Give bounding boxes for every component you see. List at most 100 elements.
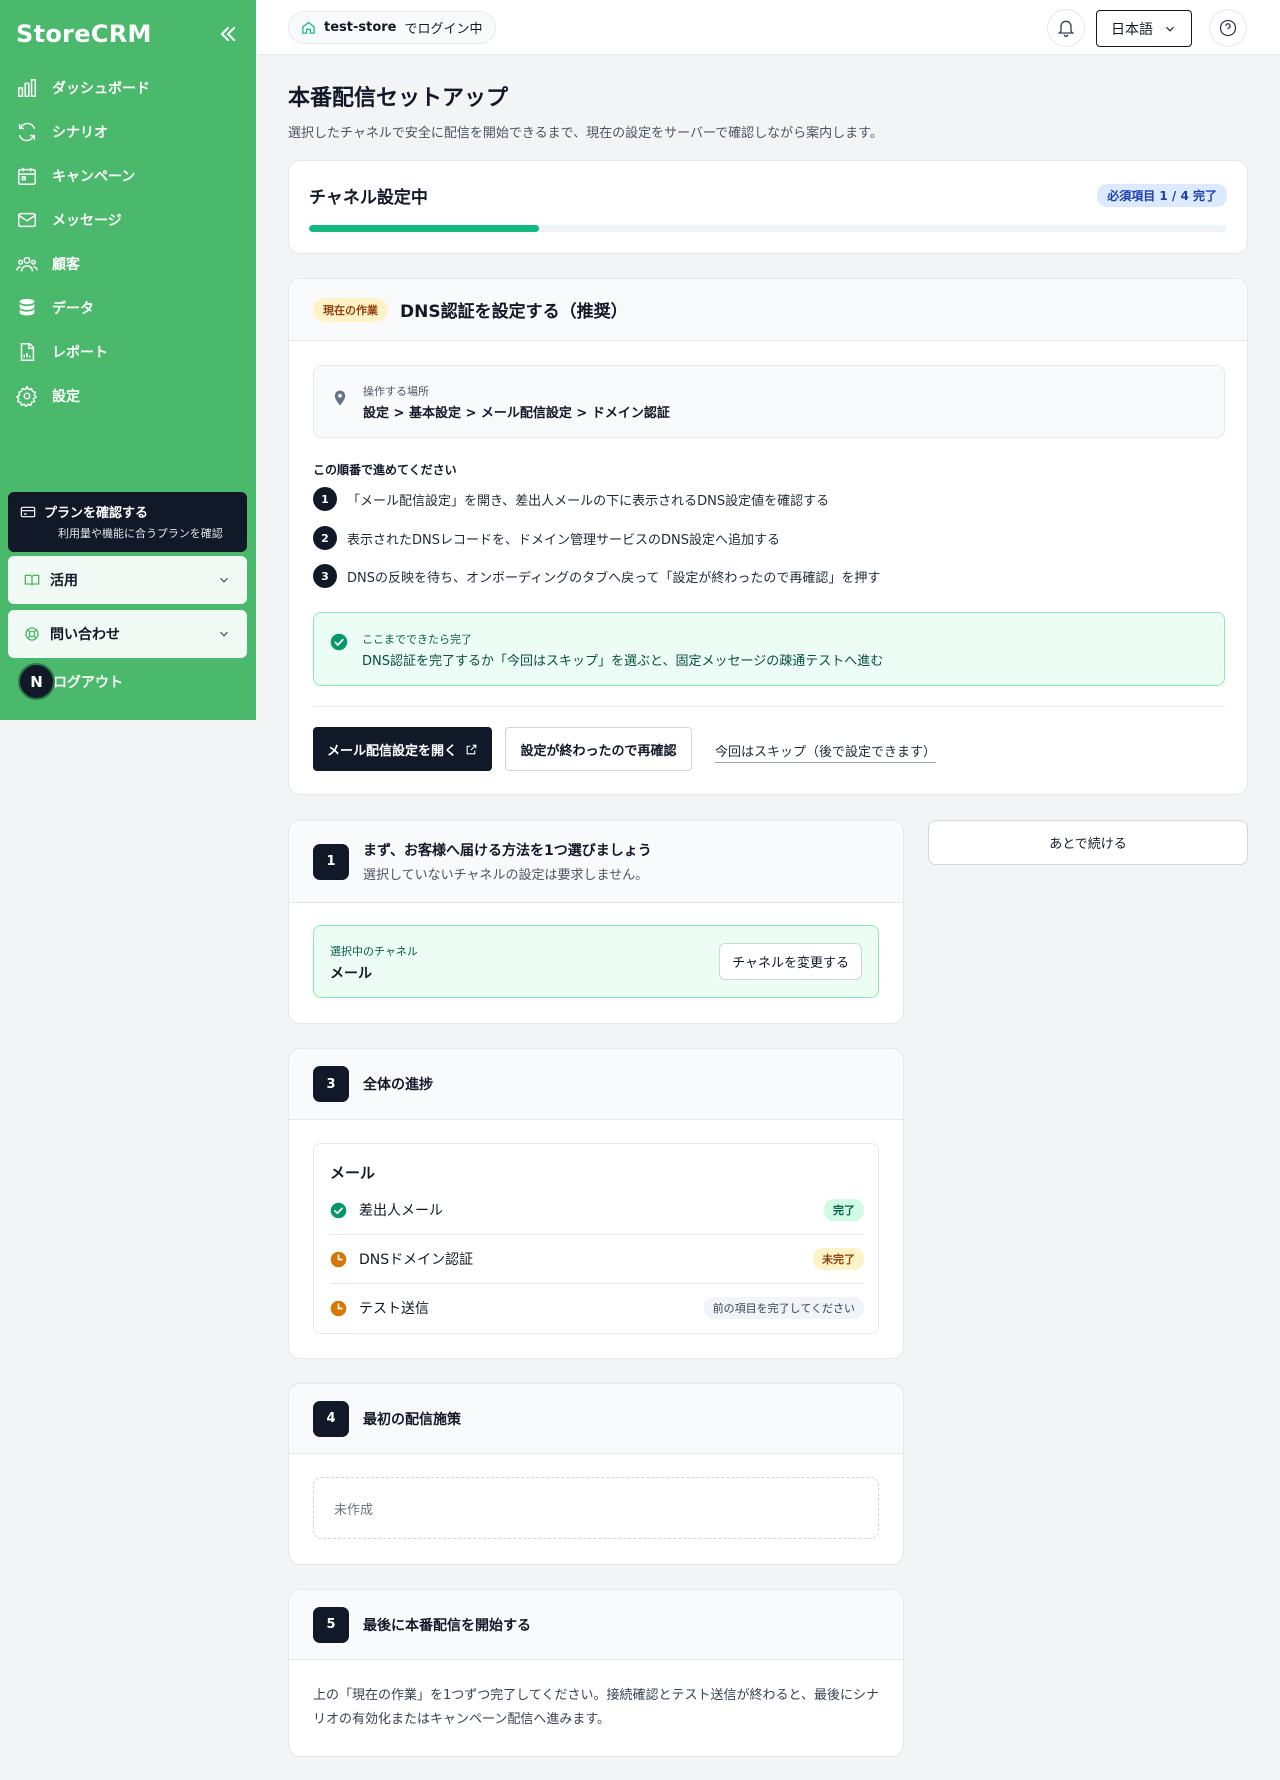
section-header: 5 最後に本番配信を開始する xyxy=(289,1590,903,1660)
bar-chart-icon xyxy=(18,79,36,97)
logout-button[interactable]: N ログアウト xyxy=(18,663,123,700)
bell-icon xyxy=(1057,20,1075,37)
section-overall-progress: 3 全体の進捗 メール 差出人メール 完了 DNSドメイン認証 未完了 テスト送… xyxy=(288,1048,904,1359)
step-number: 2 xyxy=(313,526,337,550)
page-heading: 本番配信セットアップ 選択したチャネルで安全に配信を開始できるまで、現在の設定を… xyxy=(288,80,1248,141)
step-text: 表示されたDNSレコードを、ドメイン管理サービスのDNS設定へ追加する xyxy=(347,532,780,548)
section-number: 3 xyxy=(313,1066,349,1102)
map-pin-icon xyxy=(334,390,346,406)
location-path: 設定 > 基本設定 > メール配信設定 > ドメイン認証 xyxy=(363,406,670,421)
status-label: テスト送信 xyxy=(359,1301,429,1317)
step-item: 1 「メール配信設定」を開き、差出人メールの下に表示されるDNS設定値を確認する xyxy=(313,487,829,511)
open-mail-settings-button[interactable]: メール配信設定を開く xyxy=(313,727,492,771)
plan-title: プランを確認する xyxy=(44,506,149,521)
progress-bar xyxy=(309,225,1227,232)
sidebar-item-label: ダッシュボード xyxy=(52,81,150,97)
accordion-usage[interactable]: 活用 xyxy=(8,556,247,604)
sidebar-item-messages[interactable]: メッセージ xyxy=(0,198,256,242)
help-button[interactable] xyxy=(1209,9,1247,47)
sidebar-item-label: キャンペーン xyxy=(52,169,136,185)
progress-bar-fill xyxy=(309,225,539,232)
check-circle-icon xyxy=(330,1202,347,1218)
skip-link[interactable]: 今回はスキップ（後で設定できます） xyxy=(715,741,937,763)
language-select[interactable]: 日本語 xyxy=(1096,10,1192,47)
page-title: 本番配信セットアップ xyxy=(288,86,509,111)
sidebar-item-settings[interactable]: 設定 xyxy=(0,374,256,418)
divider xyxy=(313,706,1225,707)
top-bar: test-store でログイン中 日本語 xyxy=(256,0,1280,55)
status-label: DNSドメイン認証 xyxy=(359,1252,474,1268)
status-row: 差出人メール 完了 xyxy=(330,1186,864,1234)
location-label: 操作する場所 xyxy=(363,385,429,398)
completion-box: ここまでできたら完了 DNS認証を完了するか「今回はスキップ」を選ぶと、固定メッ… xyxy=(313,612,1225,686)
step-text: 「メール配信設定」を開き、差出人メールの下に表示されるDNS設定値を確認する xyxy=(347,493,830,509)
chevron-down-icon xyxy=(220,631,228,637)
section-channel: 1 まず、お客様へ届ける方法を1つ選びましょう 選択していないチャネルの設定は要… xyxy=(288,820,904,1024)
completion-label: ここまでできたら完了 xyxy=(362,633,472,646)
status-label: 差出人メール xyxy=(359,1203,443,1219)
step-text: DNSの反映を待ち、オンボーディングのタブへ戻って「設定が終わったので再確認」を… xyxy=(347,570,881,586)
sidebar-item-campaign[interactable]: キャンペーン xyxy=(0,154,256,198)
store-name: test-store xyxy=(324,20,397,35)
section-header: 3 全体の進捗 xyxy=(289,1049,903,1120)
sidebar-item-label: レポート xyxy=(52,345,108,361)
change-channel-button[interactable]: チャネルを変更する xyxy=(719,943,862,980)
mail-icon xyxy=(18,212,36,228)
plan-card[interactable]: プランを確認する 利用量や機能に合うプランを確認 xyxy=(8,492,247,552)
sidebar-item-reports[interactable]: レポート xyxy=(0,330,256,374)
section-title: まず、お客様へ届ける方法を1つ選びましょう xyxy=(363,843,652,859)
gear-icon xyxy=(16,385,38,407)
refresh-icon xyxy=(18,122,36,142)
recheck-button[interactable]: 設定が終わったので再確認 xyxy=(505,727,692,771)
app-logo: StoreCRM xyxy=(16,20,152,48)
open-mail-settings-label: メール配信設定を開く xyxy=(326,743,457,759)
empty-placeholder: 未作成 xyxy=(313,1477,879,1539)
section-number: 5 xyxy=(313,1606,349,1643)
location-box: 操作する場所 設定 > 基本設定 > メール配信設定 > ドメイン認証 xyxy=(313,365,1225,438)
collapse-sidebar-icon[interactable] xyxy=(216,22,240,46)
section-title: 全体の進捗 xyxy=(363,1077,433,1093)
plan-subtitle: 利用量や機能に合うプランを確認 xyxy=(58,527,223,540)
selected-channel-label: 選択中のチャネル xyxy=(330,945,418,958)
status-badge: 未完了 xyxy=(813,1248,864,1270)
section-header: 1 まず、お客様へ届ける方法を1つ選びましょう 選択していないチャネルの設定は要… xyxy=(289,821,903,903)
clock-icon xyxy=(330,1300,347,1316)
notifications-button[interactable] xyxy=(1047,9,1085,47)
completion-text: DNS認証を完了するか「今回はスキップ」を選ぶと、固定メッセージの疎通テストへ進… xyxy=(362,654,884,669)
sidebar-item-label: データ xyxy=(52,301,94,317)
current-task-card: 現在の作業 DNS認証を設定する（推奨） 操作する場所 設定 > 基本設定 > … xyxy=(288,278,1248,795)
sidebar-item-label: シナリオ xyxy=(52,125,108,141)
database-icon xyxy=(19,298,35,316)
status-row: DNSドメイン認証 未完了 xyxy=(330,1235,864,1283)
check-circle-icon xyxy=(330,633,348,651)
store-indicator: test-store でログイン中 xyxy=(288,11,496,44)
sidebar-item-customers[interactable]: 顧客 xyxy=(0,242,256,286)
help-icon xyxy=(1219,19,1237,37)
accordion-contact[interactable]: 問い合わせ xyxy=(8,610,247,658)
continue-later-button[interactable]: あとで続ける xyxy=(928,820,1248,865)
report-icon xyxy=(20,343,35,361)
section-number: 4 xyxy=(313,1400,349,1437)
language-value: 日本語 xyxy=(1111,21,1153,38)
sidebar-item-label: 顧客 xyxy=(52,257,80,273)
progress-title: チャネル設定中 xyxy=(309,188,428,208)
step-number: 1 xyxy=(313,487,337,511)
sidebar-item-dashboard[interactable]: ダッシュボード xyxy=(0,66,256,110)
chevron-down-icon xyxy=(1166,26,1174,32)
progress-card: チャネル設定中 必須項目 1 / 4 完了 xyxy=(288,160,1248,254)
home-icon xyxy=(302,21,315,34)
status-row: テスト送信 前の項目を完了してください xyxy=(330,1284,864,1332)
current-task-badge: 現在の作業 xyxy=(313,297,388,322)
logout-label: ログアウト xyxy=(53,674,123,691)
selected-channel-box: 選択中のチャネル メール チャネルを変更する xyxy=(313,925,879,998)
sidebar-item-data[interactable]: データ xyxy=(0,286,256,330)
credit-card-icon xyxy=(20,506,36,517)
sidebar: StoreCRM ダッシュボード シナリオ キャンペーン メッセージ 顧客 デー… xyxy=(0,0,256,720)
lifebuoy-icon xyxy=(25,627,39,641)
section-start-production: 5 最後に本番配信を開始する 上の「現在の作業」を1つずつ完了してください。接続… xyxy=(288,1589,904,1757)
steps-label: この順番で進めてください xyxy=(313,463,457,477)
section-first-campaign: 4 最初の配信施策 未作成 xyxy=(288,1383,904,1565)
sidebar-item-scenario[interactable]: シナリオ xyxy=(0,110,256,154)
clock-icon xyxy=(330,1251,347,1267)
sidebar-nav: ダッシュボード シナリオ キャンペーン メッセージ 顧客 データ レポート 設定 xyxy=(0,66,256,418)
